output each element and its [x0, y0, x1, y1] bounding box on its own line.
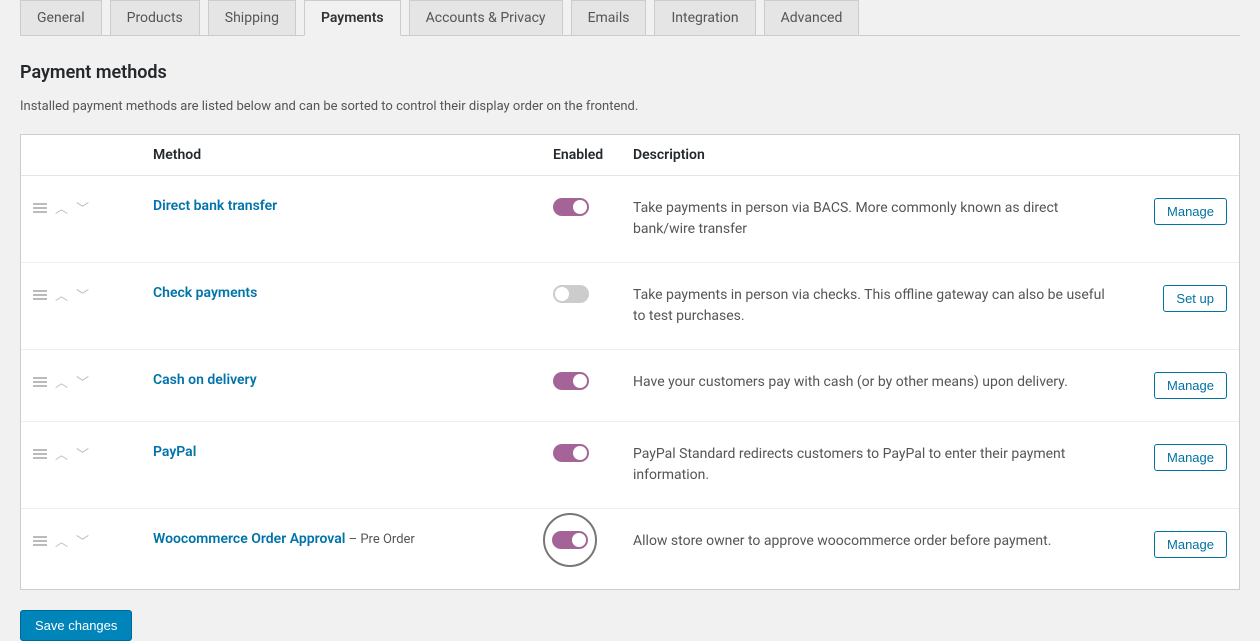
method-link[interactable]: Woocommerce Order Approval — [153, 531, 345, 547]
move-down-icon[interactable]: ﹀ — [76, 285, 89, 304]
manage-button[interactable]: Manage — [1154, 198, 1227, 225]
tab-products[interactable]: Products — [110, 0, 200, 35]
method-link[interactable]: Cash on delivery — [153, 372, 257, 388]
move-up-icon[interactable]: ︿ — [55, 285, 68, 304]
table-row: ︿ ﹀ PayPal PayPal Standard redirects cus… — [21, 422, 1239, 509]
col-enabled: Enabled — [553, 147, 633, 163]
tab-integration[interactable]: Integration — [654, 0, 755, 35]
drag-handle-icon[interactable] — [33, 536, 47, 546]
drag-handle-icon[interactable] — [33, 449, 47, 459]
move-up-icon[interactable]: ︿ — [55, 198, 68, 217]
enabled-toggle[interactable] — [553, 372, 589, 390]
enabled-toggle[interactable] — [553, 198, 589, 216]
method-suffix: – Pre Order — [345, 532, 414, 547]
method-link[interactable]: Check payments — [153, 285, 257, 301]
method-description: Allow store owner to approve woocommerce… — [633, 531, 1127, 552]
save-changes-button[interactable]: Save changes — [20, 610, 132, 641]
tab-payments[interactable]: Payments — [304, 0, 401, 36]
move-down-icon[interactable]: ﹀ — [76, 531, 89, 550]
tab-shipping[interactable]: Shipping — [208, 0, 296, 35]
enabled-toggle[interactable] — [553, 285, 589, 303]
drag-handle-icon[interactable] — [33, 203, 47, 213]
method-link[interactable]: PayPal — [153, 444, 196, 460]
table-row: ︿ ﹀ Cash on delivery Have your customers… — [21, 350, 1239, 422]
table-row: ︿ ﹀ Woocommerce Order Approval – Pre Ord… — [21, 509, 1239, 589]
table-row: ︿ ﹀ Check payments Take payments in pers… — [21, 263, 1239, 350]
manage-button[interactable]: Manage — [1154, 531, 1227, 558]
settings-tabs: General Products Shipping Payments Accou… — [20, 0, 1240, 36]
drag-handle-icon[interactable] — [33, 290, 47, 300]
move-down-icon[interactable]: ﹀ — [76, 372, 89, 391]
manage-button[interactable]: Manage — [1154, 372, 1227, 399]
manage-button[interactable]: Manage — [1154, 444, 1227, 471]
tab-advanced[interactable]: Advanced — [764, 0, 860, 35]
drag-handle-icon[interactable] — [33, 377, 47, 387]
setup-button[interactable]: Set up — [1163, 285, 1227, 312]
method-description: Take payments in person via checks. This… — [633, 285, 1127, 327]
tab-accounts-privacy[interactable]: Accounts & Privacy — [409, 0, 563, 35]
method-link[interactable]: Direct bank transfer — [153, 198, 277, 214]
method-description: PayPal Standard redirects customers to P… — [633, 444, 1127, 486]
col-description: Description — [633, 147, 1127, 163]
enabled-toggle[interactable] — [552, 531, 588, 549]
move-down-icon[interactable]: ﹀ — [76, 444, 89, 463]
tab-emails[interactable]: Emails — [571, 0, 647, 35]
move-up-icon[interactable]: ︿ — [55, 444, 68, 463]
section-title: Payment methods — [20, 62, 1240, 83]
section-description: Installed payment methods are listed bel… — [20, 99, 1240, 114]
move-down-icon[interactable]: ﹀ — [76, 198, 89, 217]
col-method: Method — [153, 147, 553, 163]
highlight-annotation — [543, 513, 597, 567]
tab-general[interactable]: General — [20, 0, 102, 35]
move-up-icon[interactable]: ︿ — [55, 531, 68, 550]
table-row: ︿ ﹀ Direct bank transfer Take payments i… — [21, 176, 1239, 263]
method-description: Take payments in person via BACS. More c… — [633, 198, 1127, 240]
method-description: Have your customers pay with cash (or by… — [633, 372, 1127, 393]
payment-methods-table: Method Enabled Description ︿ ﹀ Direct ba… — [20, 134, 1240, 590]
enabled-toggle[interactable] — [553, 444, 589, 462]
move-up-icon[interactable]: ︿ — [55, 372, 68, 391]
